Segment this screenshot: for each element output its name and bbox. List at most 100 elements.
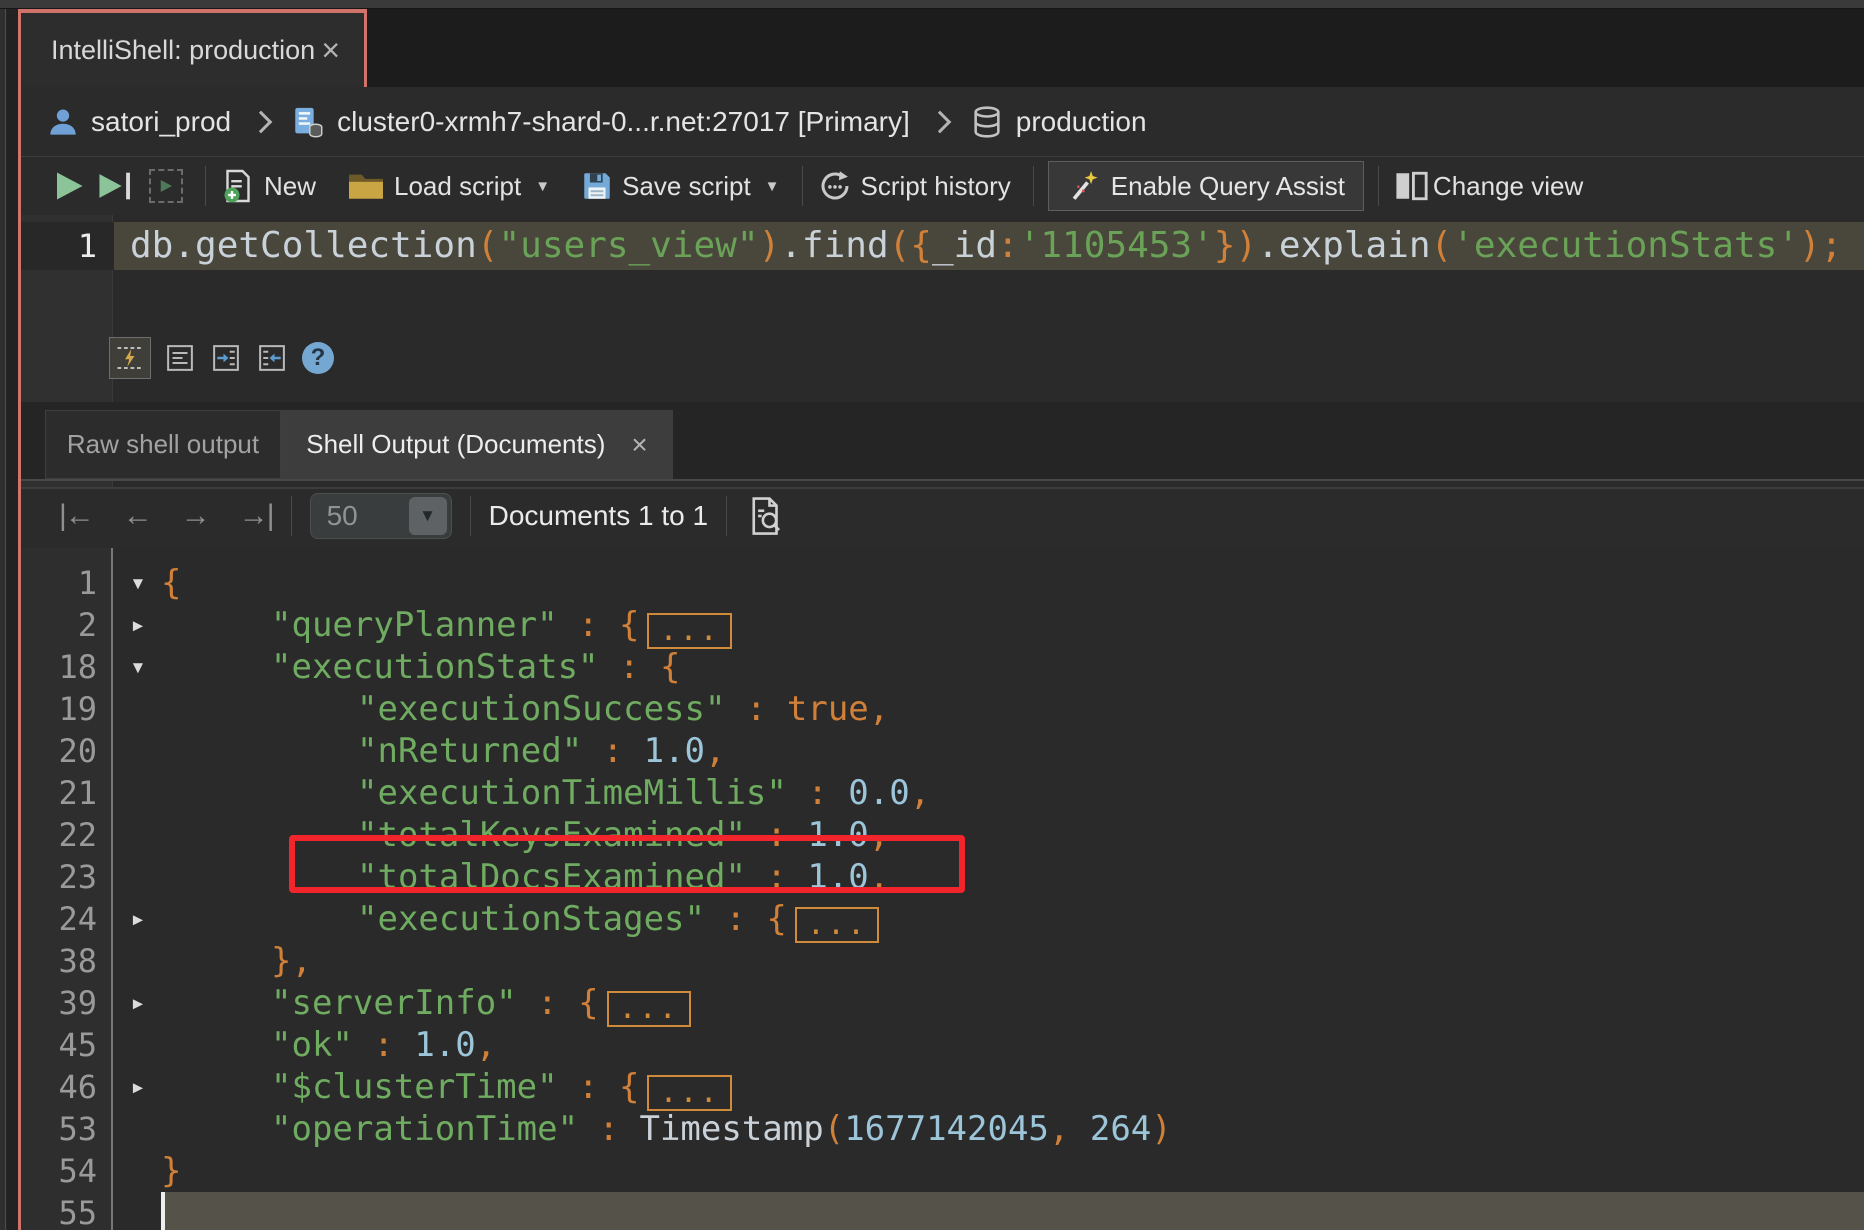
output-line: 45"ok" : 1.0, [21, 1024, 1864, 1066]
code-token: "executionStages" [357, 899, 705, 939]
change-view-button[interactable]: Change view [1393, 169, 1583, 203]
tab-shell-output-documents[interactable]: Shell Output (Documents) × [281, 410, 673, 479]
line-number: 53 [21, 1108, 115, 1150]
toolbar-separator [1378, 166, 1379, 206]
fold-closed-icon[interactable]: ▸ [115, 604, 161, 646]
code-token: , [869, 815, 889, 855]
script-history-button[interactable]: Script history [817, 168, 1011, 204]
shell-output-view[interactable]: 1▾{2▸"queryPlanner" : {...18▾"executionS… [21, 548, 1864, 1230]
code-token: , [1049, 1109, 1090, 1149]
indent-right-icon[interactable] [209, 341, 243, 375]
next-page-icon[interactable]: → [181, 499, 209, 533]
json-line-content: "serverInfo" : {... [161, 982, 691, 1024]
align-text-icon[interactable] [163, 341, 197, 375]
output-tab-close-icon[interactable]: × [631, 431, 647, 459]
output-line: 1▾{ [21, 562, 1864, 604]
query-code-line[interactable]: db.getCollection("users_view").find({_id… [114, 222, 1864, 270]
code-token: }) [1214, 225, 1257, 266]
fold-open-icon[interactable]: ▾ [115, 646, 161, 688]
code-token: { [619, 605, 639, 645]
editor-line-number: 1 [21, 222, 113, 270]
code-token: }, [271, 941, 312, 981]
pager-separator [726, 496, 727, 536]
code-token: "ok" [271, 1025, 353, 1065]
code-token: "executionStats" [271, 647, 599, 687]
help-icon[interactable]: ? [301, 341, 335, 375]
json-line-content: "executionTimeMillis" : 0.0, [161, 772, 930, 814]
enable-query-assist-button[interactable]: Enable Query Assist [1048, 161, 1364, 211]
breadcrumb-database[interactable]: production [970, 105, 1147, 139]
fold-spacer [115, 1024, 161, 1066]
code-token: , [910, 773, 930, 813]
first-page-icon[interactable]: |← [59, 499, 93, 533]
collapsed-ellipsis[interactable]: ... [607, 991, 691, 1027]
last-page-icon[interactable]: →| [239, 499, 273, 533]
json-line-content: "totalKeysExamined" : 1.0, [161, 814, 889, 856]
code-token: : [746, 815, 807, 855]
code-token: "operationTime" [271, 1109, 578, 1149]
indent-left-icon[interactable] [255, 341, 289, 375]
tab-close-icon[interactable]: × [321, 34, 340, 66]
code-token: 'executionStats' [1452, 225, 1799, 266]
code-token: "queryPlanner" [271, 605, 558, 645]
code-token: 1677142045 [844, 1109, 1049, 1149]
fold-spacer [115, 1150, 161, 1192]
code-token: _id [932, 225, 997, 266]
new-script-label: New [264, 171, 316, 202]
code-token: : [705, 899, 766, 939]
fold-open-icon[interactable]: ▾ [115, 562, 161, 604]
shell-toolbar: New Load script ▼ [21, 157, 1864, 215]
line-number: 21 [21, 772, 115, 814]
code-token: , [476, 1025, 496, 1065]
json-line-content: } [161, 1150, 181, 1192]
fold-closed-icon[interactable]: ▸ [115, 898, 161, 940]
tab-intellishell-production[interactable]: IntelliShell: production × [21, 9, 367, 87]
code-token: : [746, 857, 807, 897]
user-icon [47, 106, 79, 138]
run-button[interactable] [51, 168, 87, 204]
collapsed-ellipsis[interactable]: ... [647, 1075, 731, 1111]
toolbar-separator [1033, 166, 1034, 206]
pager-separator [291, 496, 292, 536]
auto-format-icon[interactable] [109, 337, 151, 379]
text-cursor-line[interactable] [161, 1192, 1864, 1230]
dropdown-arrow-icon: ▼ [535, 178, 550, 195]
tab-raw-shell-output[interactable]: Raw shell output [45, 410, 281, 479]
breadcrumb-connection[interactable]: satori_prod [47, 106, 231, 138]
breadcrumb-cluster[interactable]: cluster0-xrmh7-shard-0...r.net:27017 [Pr… [291, 105, 910, 139]
json-line-content: "operationTime" : Timestamp(1677142045, … [161, 1108, 1172, 1150]
code-token: ) [759, 225, 781, 266]
shell-output-documents-label: Shell Output (Documents) [306, 429, 605, 460]
code-token: , [869, 689, 889, 729]
chevron-right-icon [928, 110, 951, 133]
fold-closed-icon[interactable]: ▸ [115, 982, 161, 1024]
code-token: "$clusterTime" [271, 1067, 558, 1107]
previous-page-icon[interactable]: ← [123, 499, 151, 533]
new-script-icon [220, 168, 256, 204]
documents-range-label: Documents 1 to 1 [489, 500, 708, 532]
toolbar-separator [205, 166, 206, 206]
history-icon [817, 168, 853, 204]
load-script-button[interactable]: Load script ▼ [346, 169, 550, 203]
save-script-button[interactable]: Save script ▼ [580, 169, 779, 203]
fold-closed-icon[interactable]: ▸ [115, 1066, 161, 1108]
database-icon [970, 105, 1004, 139]
line-number: 39 [21, 982, 115, 1024]
page-size-select[interactable]: 50 ▼ [310, 493, 452, 539]
collapsed-ellipsis[interactable]: ... [647, 613, 731, 649]
code-token: 0.0 [848, 773, 909, 813]
json-line-content: "$clusterTime" : {... [161, 1066, 732, 1108]
code-token: ( [824, 1109, 844, 1149]
output-line: 19"executionSuccess" : true, [21, 688, 1864, 730]
code-token: ); [1799, 225, 1842, 266]
code-token: : [558, 605, 619, 645]
new-script-button[interactable]: New [220, 168, 316, 204]
code-token: { [766, 899, 786, 939]
line-number: 22 [21, 814, 115, 856]
find-in-documents-icon[interactable] [745, 495, 787, 537]
run-to-cursor-button[interactable] [95, 168, 135, 204]
line-number: 46 [21, 1066, 115, 1108]
collapsed-ellipsis[interactable]: ... [795, 907, 879, 943]
load-script-label: Load script [394, 171, 521, 202]
code-token: : [599, 647, 660, 687]
